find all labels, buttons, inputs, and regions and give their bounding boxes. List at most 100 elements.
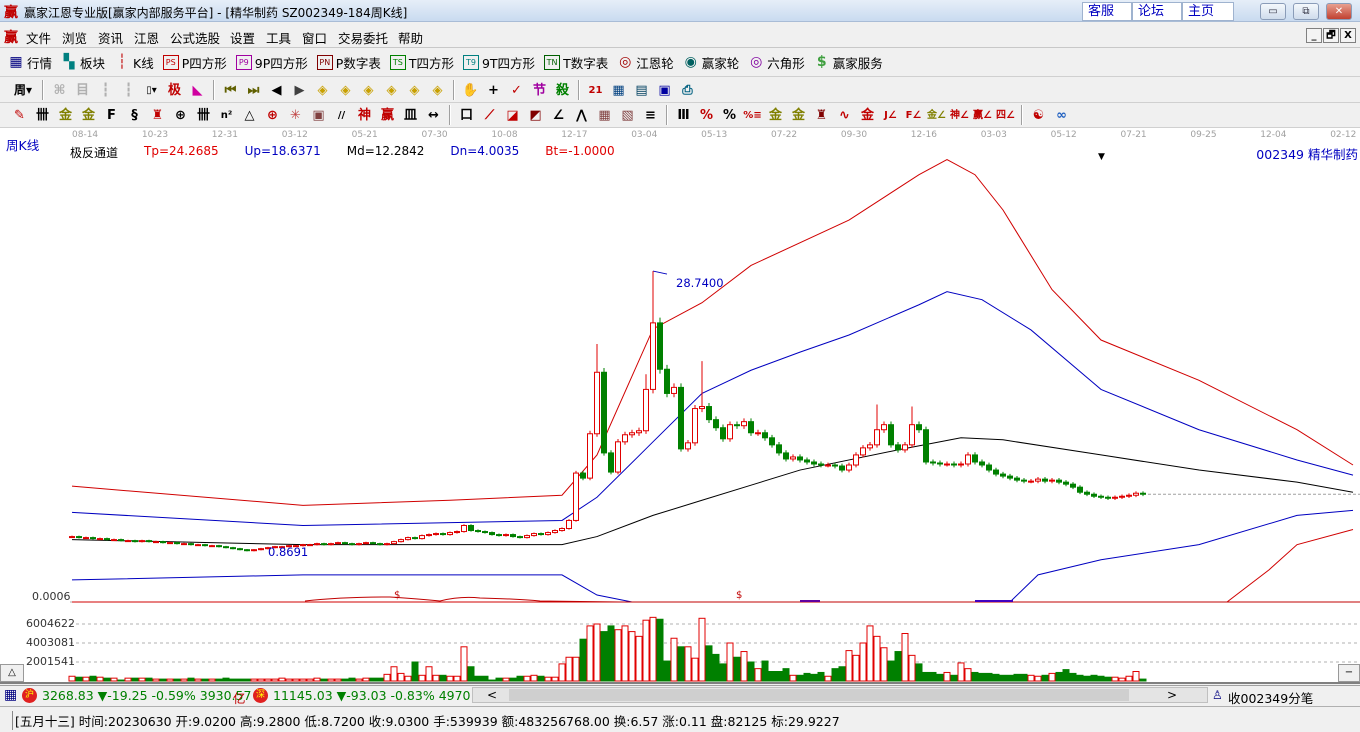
toolbar-button-dollar[interactable]: $ 赢家服务 [814, 53, 883, 72]
bars9-icon[interactable]: ┇ [117, 80, 140, 101]
angle-four-icon[interactable]: 四∠ [994, 105, 1017, 126]
menu-trade[interactable]: 交易委托 [338, 28, 388, 47]
tick-data-label[interactable]: 收002349分笔 [1228, 688, 1313, 707]
spiral-icon[interactable]: § [123, 105, 146, 126]
shrink-h-icon[interactable]: ◈ [380, 80, 403, 101]
angle-j-icon[interactable]: J∠ [879, 105, 902, 126]
toolbar-button-kline[interactable]: ┆ K线 [114, 53, 154, 72]
curve-icon[interactable]: ∿ [833, 105, 856, 126]
kline-chart-panel[interactable] [0, 128, 1360, 684]
fib-icon[interactable]: F [100, 105, 123, 126]
toolbar-button-p9[interactable]: P9 9P四方形 [235, 53, 308, 72]
homepage-link[interactable]: 主页 [1182, 2, 1234, 21]
crosshair-icon[interactable]: + [482, 80, 505, 101]
menu-formula[interactable]: 公式选股 [170, 28, 220, 47]
zoom-right-icon[interactable]: ◈ [334, 80, 357, 101]
angle-gold-icon[interactable]: 金∠ [925, 105, 948, 126]
percent-red-icon[interactable]: % [695, 105, 718, 126]
bar-rocket-icon[interactable]: ♜ [810, 105, 833, 126]
win-icon[interactable]: 赢 [376, 105, 399, 126]
grid-lines-icon[interactable]: 卌 [31, 105, 54, 126]
rocket-icon[interactable]: ♜ [146, 105, 169, 126]
slash-lines-icon[interactable]: // [330, 105, 353, 126]
menu-browse[interactable]: 浏览 [62, 28, 87, 47]
angle-icon[interactable]: ∠ [547, 105, 570, 126]
toolbar-button-tn[interactable]: TN T数字表 [544, 53, 608, 72]
notes-icon[interactable]: ▤ [630, 80, 653, 101]
circle-grid-icon[interactable]: ⊕ [169, 105, 192, 126]
color-fan-icon[interactable]: ◣ [186, 80, 209, 101]
fan-lines-icon[interactable]: ⟋ [478, 105, 501, 126]
bars3-icon[interactable]: ┇ [94, 80, 117, 101]
wave-icon[interactable]: ⋀ [570, 105, 593, 126]
n2-icon[interactable]: n² [215, 105, 238, 126]
candle-type-icon[interactable]: ▯▾ [140, 80, 163, 101]
shanghai-index-quote[interactable]: 3268.83 ▼-19.25 -0.59% 3930.57 [42, 688, 251, 703]
square-spiral-icon[interactable]: ▣ [307, 105, 330, 126]
ruler-icon[interactable]: Ⅲ [672, 105, 695, 126]
hand-icon[interactable]: ✋ [459, 80, 482, 101]
parallel-icon[interactable]: ≡ [639, 105, 662, 126]
god-icon[interactable]: 神 [353, 105, 376, 126]
toolbar-button-hexagon[interactable]: ◎ 六角形 [748, 53, 805, 72]
angle-win-icon[interactable]: 赢∠ [971, 105, 994, 126]
scroll-thumb[interactable] [509, 689, 1129, 701]
shrink-v-icon[interactable]: ◈ [403, 80, 426, 101]
shenzhen-index-quote[interactable]: 11145.03 ▼-93.03 -0.83% 4970.20 [273, 688, 470, 703]
right-icon[interactable]: ▶ [288, 80, 311, 101]
menu-settings[interactable]: 设置 [230, 28, 255, 47]
toolbar-button-winner-wheel[interactable]: ◉ 赢家轮 [683, 53, 740, 72]
restore-button[interactable]: ⧉ [1293, 3, 1319, 20]
angle-f-icon[interactable]: F∠ [902, 105, 925, 126]
comb-icon[interactable]: 皿 [399, 105, 422, 126]
calendar-icon[interactable]: 21 [584, 80, 607, 101]
scroll-left-button[interactable]: < [487, 688, 497, 702]
vertical-lines-icon[interactable]: 卌 [192, 105, 215, 126]
kline-chart[interactable] [0, 128, 1360, 684]
toolbar-button-t9[interactable]: T9 9T四方形 [462, 53, 535, 72]
menu-gann[interactable]: 江恩 [134, 28, 159, 47]
mdi-minimize-button[interactable]: _ [1306, 28, 1322, 43]
angle-god-icon[interactable]: 神∠ [948, 105, 971, 126]
grid-icon[interactable]: ▦ [593, 105, 616, 126]
minimize-button[interactable]: ▭ [1260, 3, 1286, 20]
square-fan-icon[interactable]: ◪ [501, 105, 524, 126]
expand-panel-button[interactable]: △ [0, 664, 24, 682]
first-icon[interactable]: ⏮ [219, 80, 242, 101]
menu-file[interactable]: 文件 [26, 28, 51, 47]
percent-icon[interactable]: % [718, 105, 741, 126]
toolbar-button-table[interactable]: ▦ 行情 [8, 53, 52, 72]
last-icon[interactable]: ⏭ [242, 80, 265, 101]
mdi-close-button[interactable]: X [1340, 28, 1356, 43]
gold-line2-icon[interactable]: 金 [77, 105, 100, 126]
yinyang-icon[interactable]: ☯ [1027, 105, 1050, 126]
festival-icon[interactable]: 节 [528, 80, 551, 101]
scroll-right-button[interactable]: > [1167, 688, 1177, 702]
toolbar-button-ts[interactable]: TS T四方形 [389, 53, 454, 72]
toolbar-button-gann-wheel[interactable]: ◎ 江恩轮 [617, 53, 674, 72]
draw-line-icon[interactable]: ✓ [505, 80, 528, 101]
index-scrollbar[interactable]: < > [472, 687, 1208, 703]
grid-diag-icon[interactable]: ▧ [616, 105, 639, 126]
save-icon[interactable]: ▣ [653, 80, 676, 101]
width-icon[interactable]: ↔ [422, 105, 445, 126]
calculator-icon[interactable]: ▦ [607, 80, 630, 101]
target-icon[interactable]: ⊕ [261, 105, 284, 126]
toolbar-button-blocks[interactable]: ▚ 板块 [61, 53, 105, 72]
mdi-restore-button[interactable]: 🗗 [1323, 28, 1339, 43]
customer-service-link[interactable]: 客服 [1082, 2, 1132, 21]
print-icon[interactable]: ⎙ [676, 80, 699, 101]
network-icon[interactable]: ⌘ [48, 80, 71, 101]
gold-lines-icon[interactable]: 金 [787, 105, 810, 126]
square-fan2-icon[interactable]: ◩ [524, 105, 547, 126]
gold-circle-icon[interactable]: 金 [764, 105, 787, 126]
percent-line-icon[interactable]: %≡ [741, 105, 764, 126]
expand-all-icon[interactable]: ◈ [426, 80, 449, 101]
menu-news[interactable]: 资讯 [98, 28, 123, 47]
menu-tools[interactable]: 工具 [266, 28, 291, 47]
menu-help[interactable]: 帮助 [398, 28, 423, 47]
toolbar-button-ps[interactable]: PS P四方形 [162, 53, 227, 72]
pen-icon[interactable]: ✎ [8, 105, 31, 126]
menu-window[interactable]: 窗口 [302, 28, 327, 47]
doc-icon[interactable]: 目 [71, 80, 94, 101]
